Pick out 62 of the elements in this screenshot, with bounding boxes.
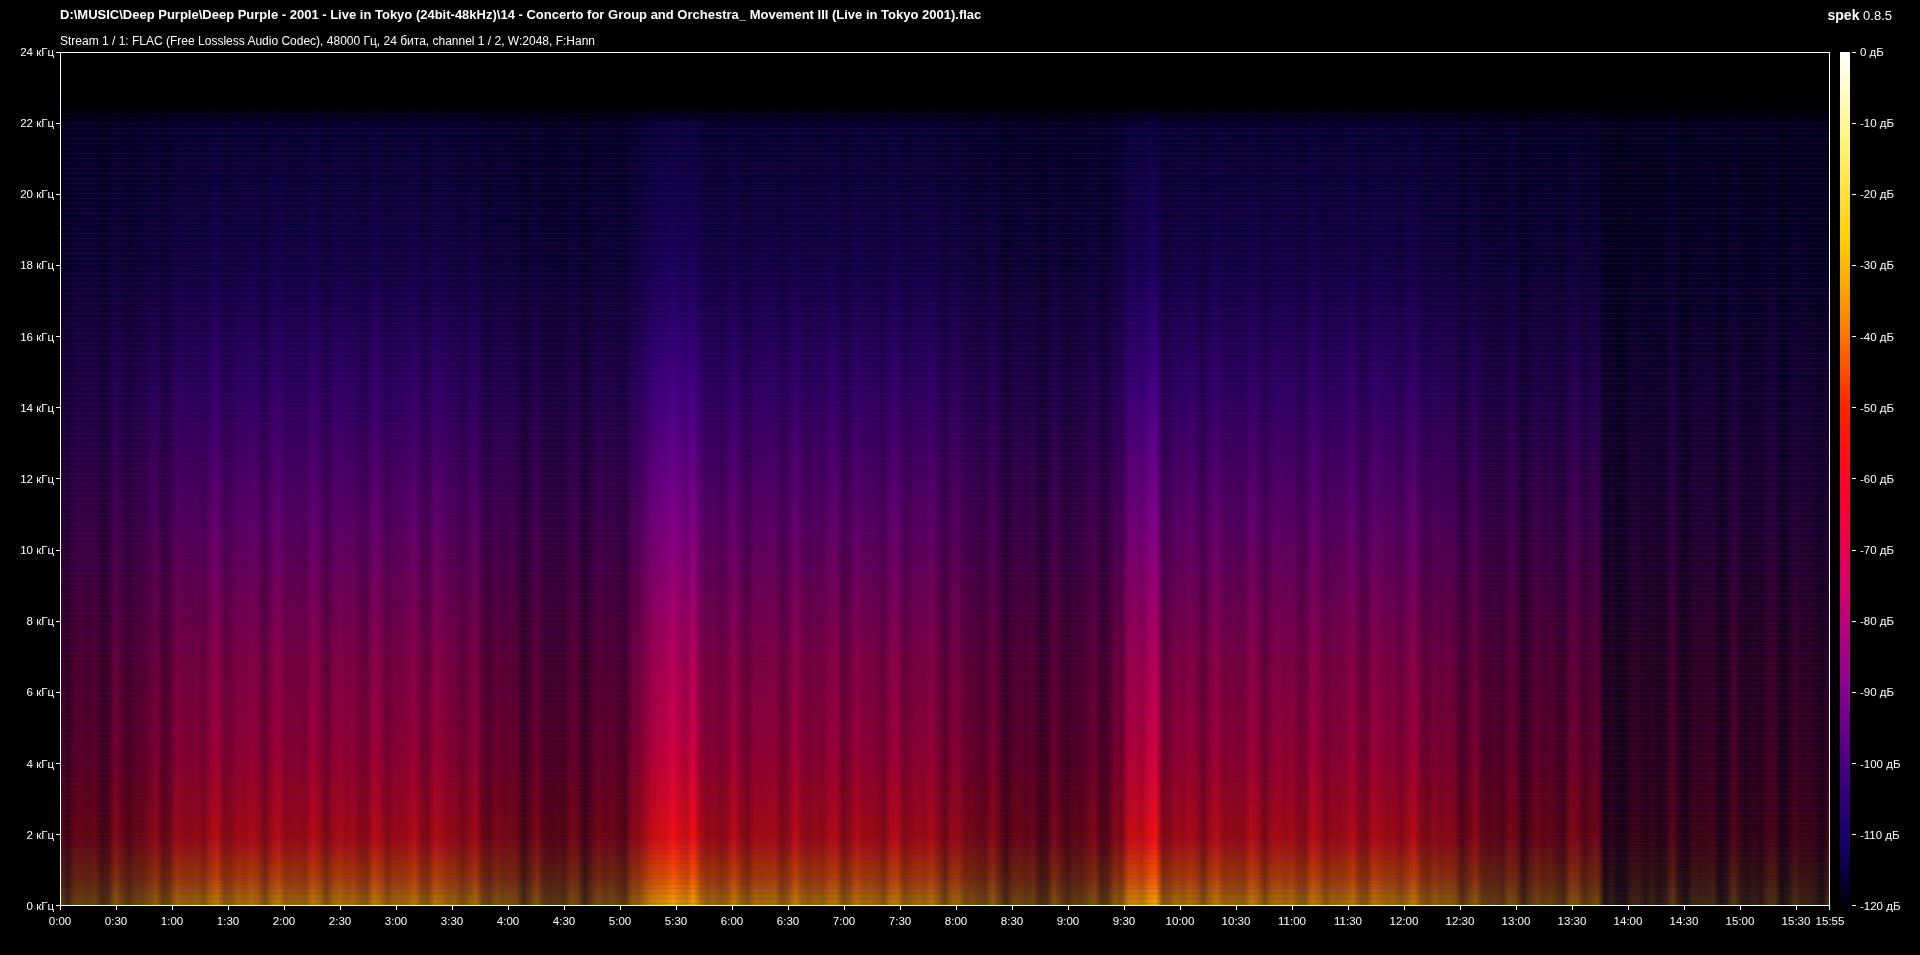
time-label: 11:00 <box>1278 915 1306 927</box>
time-label: 4:30 <box>552 915 576 927</box>
time-label: 1:30 <box>216 915 240 927</box>
time-label: 5:00 <box>608 915 632 927</box>
level-label: -90 дБ <box>1852 685 1920 700</box>
time-label: 3:00 <box>384 915 408 927</box>
time-label: 12:00 <box>1389 915 1419 927</box>
time-label: 5:30 <box>664 915 688 927</box>
time-label: 13:00 <box>1501 915 1531 927</box>
frequency-label: 12 кГц <box>20 471 60 486</box>
time-label: 3:30 <box>440 915 464 927</box>
level-label: -20 дБ <box>1852 187 1920 202</box>
level-label: -70 дБ <box>1852 543 1920 558</box>
time-label: 1:00 <box>160 915 184 927</box>
time-label: 6:00 <box>720 915 744 927</box>
level-label: -110 дБ <box>1852 827 1920 842</box>
level-label: -50 дБ <box>1852 400 1920 415</box>
time-label: 15:00 <box>1725 915 1755 927</box>
time-label: 8:00 <box>944 915 968 927</box>
frequency-label: 2 кГц <box>26 827 60 842</box>
frequency-label: 18 кГц <box>20 258 60 273</box>
time-label: 14:00 <box>1613 915 1643 927</box>
app-name-version: spek 0.8.5 <box>1827 7 1892 23</box>
level-label: -40 дБ <box>1852 329 1920 344</box>
frequency-label: 16 кГц <box>20 329 60 344</box>
time-label: 9:30 <box>1112 915 1136 927</box>
time-label: 11:30 <box>1334 915 1362 927</box>
time-label: 4:00 <box>496 915 520 927</box>
frequency-label: 14 кГц <box>20 400 60 415</box>
time-label: 10:30 <box>1221 915 1251 927</box>
time-label: 2:00 <box>272 915 296 927</box>
time-label: 6:30 <box>776 915 800 927</box>
time-label: 15:55 <box>1815 915 1845 927</box>
frequency-label: 4 кГц <box>26 756 60 771</box>
time-label: 12:30 <box>1445 915 1475 927</box>
time-label: 14:30 <box>1669 915 1699 927</box>
frequency-label: 22 кГц <box>20 116 60 131</box>
time-label: 0:00 <box>48 915 72 927</box>
time-label: 15:30 <box>1781 915 1811 927</box>
level-label: -100 дБ <box>1852 756 1920 771</box>
time-label: 7:00 <box>832 915 856 927</box>
frequency-label: 6 кГц <box>26 685 60 700</box>
time-label: 2:30 <box>328 915 352 927</box>
level-label: 0 дБ <box>1852 45 1920 59</box>
level-label: -30 дБ <box>1852 258 1920 273</box>
level-label: -10 дБ <box>1852 116 1920 131</box>
frequency-label: 8 кГц <box>26 614 60 629</box>
time-label: 13:30 <box>1557 915 1587 927</box>
time-label: 7:30 <box>888 915 912 927</box>
level-label: -120 дБ <box>1852 898 1920 913</box>
level-label: -60 дБ <box>1852 471 1920 486</box>
level-label: -80 дБ <box>1852 614 1920 629</box>
frequency-label: 24 кГц <box>20 45 60 59</box>
time-label: 10:00 <box>1165 915 1195 927</box>
frequency-label: 10 кГц <box>20 543 60 558</box>
time-label: 9:00 <box>1056 915 1080 927</box>
time-label: 0:30 <box>104 915 128 927</box>
file-path-title: D:\MUSIC\Deep Purple\Deep Purple - 2001 - Live in Tokyo (24bit-48kHz)\14 - Concerto for Group and Orchestra_ Movement III (Live in Tokyo 2001).flac <box>60 7 982 22</box>
frequency-label: 0 кГц <box>26 898 60 913</box>
frequency-label: 20 кГц <box>20 187 60 202</box>
time-label: 8:30 <box>1000 915 1024 927</box>
stream-info-text: Stream 1 / 1: FLAC (Free Lossless Audio Codec), 48000 Гц, 24 бита, channel 1 / 2, W:2048, F:Hann <box>60 34 597 48</box>
